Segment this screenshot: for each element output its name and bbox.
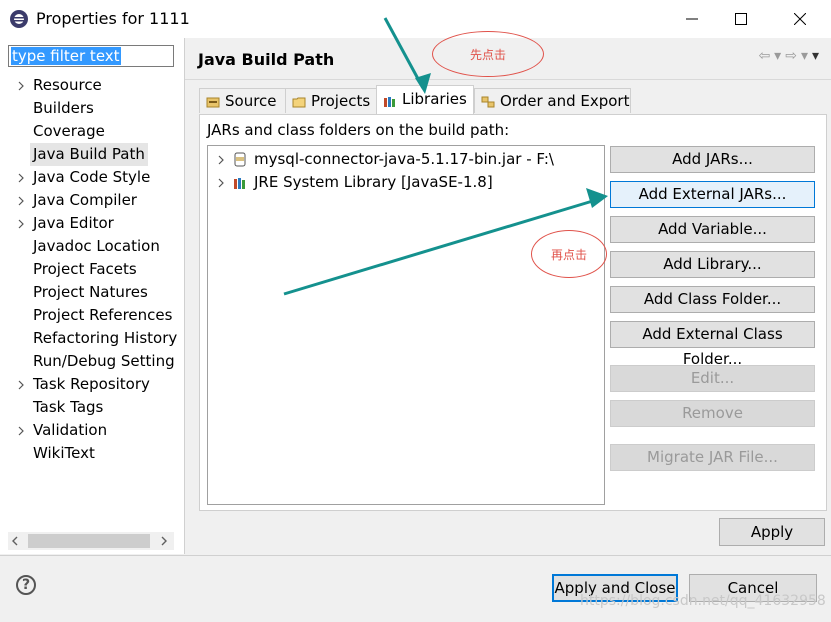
entry-label: mysql-connector-java-5.1.17-bin.jar - F:… [254,150,554,168]
tab-libraries[interactable]: Libraries [376,85,474,114]
dialog-footer: ? Apply and Close Cancel https://blog.cs… [0,555,831,622]
chevron-right-icon[interactable] [216,171,226,194]
filter-input[interactable]: type filter text [8,45,174,67]
add-jars-button[interactable]: Add JARs... [610,146,815,173]
tree-item[interactable]: Java Compiler [33,189,137,212]
order-export-icon [481,96,495,108]
tree-item[interactable]: WikiText [33,442,95,465]
tree-item[interactable]: Run/Debug Setting [33,350,175,373]
source-folder-icon [206,97,220,108]
maximize-icon [735,13,747,25]
tree-item[interactable]: Task Tags [33,396,103,419]
add-external-jars-button[interactable]: Add External JARs... [610,181,815,208]
libraries-panel: JARs and class folders on the build path… [199,114,827,511]
chevron-right-icon[interactable] [16,166,26,189]
apply-button[interactable]: Apply [719,518,825,546]
close-icon [794,13,806,25]
horizontal-scrollbar[interactable] [8,532,174,550]
watermark-text: https://blog.csdn.net/qq_41632958 [580,593,826,609]
view-menu-chevron-down-icon[interactable]: ▾ [812,48,819,64]
tab-label: Source [225,92,277,110]
back-arrow-icon[interactable]: ⇦ [758,48,770,64]
eclipse-app-icon [10,10,28,28]
filter-text: type filter text [11,47,121,65]
maximize-button[interactable] [718,4,764,34]
forward-arrow-icon[interactable]: ⇨ [785,48,797,64]
annotation-second-click: 再点击 [531,230,607,278]
page-title: Java Build Path [198,50,335,69]
tree-item[interactable]: Java Editor [33,212,114,235]
tree-item[interactable]: Javadoc Location [33,235,160,258]
project-folder-icon [292,97,306,108]
header-divider [185,79,831,80]
build-path-label: JARs and class folders on the build path… [207,121,510,139]
tree-item[interactable]: Java Build Path [30,143,148,166]
minimize-button[interactable] [669,4,715,34]
forward-menu-chevron-down-icon[interactable]: ▾ [801,48,808,64]
remove-button[interactable]: Remove [610,400,815,427]
tree-item[interactable]: Project Natures [33,281,148,304]
tree-item[interactable]: Project References [33,304,172,327]
library-books-icon [384,97,395,107]
scroll-left-icon[interactable] [11,536,19,546]
scrollbar-thumb[interactable] [28,534,150,548]
build-path-list[interactable]: mysql-connector-java-5.1.17-bin.jar - F:… [207,145,605,505]
properties-page: Java Build Path ⇦ ▾ ⇨ ▾ ▾ Source Project… [185,38,831,554]
chevron-right-icon[interactable] [216,148,226,171]
tree-item[interactable]: Project Facets [33,258,137,281]
tab-label: Projects [311,92,371,110]
migrate-jar-button[interactable]: Migrate JAR File... [610,444,815,471]
edit-button[interactable]: Edit... [610,365,815,392]
library-books-icon [234,178,245,189]
close-button[interactable] [777,4,823,34]
add-variable-button[interactable]: Add Variable... [610,216,815,243]
add-class-folder-button[interactable]: Add Class Folder... [610,286,815,313]
history-nav: ⇦ ▾ ⇨ ▾ ▾ [758,48,819,64]
entry-label: JRE System Library [JavaSE-1.8] [254,173,493,191]
chevron-right-icon[interactable] [16,373,26,396]
tree-item[interactable]: Resource [33,74,102,97]
chevron-right-icon[interactable] [16,212,26,235]
tree-item[interactable]: Task Repository [33,373,150,396]
tab-order-export[interactable]: Order and Export [474,88,631,113]
tree-item[interactable]: Builders [33,97,94,120]
scroll-right-icon[interactable] [160,536,168,546]
tree-item[interactable]: Validation [33,419,107,442]
minimize-icon [686,18,698,20]
tree-item[interactable]: Refactoring History [33,327,177,350]
jar-icon [234,152,246,167]
preference-tree-pane: type filter text Resource Builders Coverag… [0,38,185,554]
tree-item[interactable]: Java Code Style [33,166,150,189]
help-icon[interactable]: ? [16,575,36,595]
tab-source[interactable]: Source [199,88,286,113]
tab-projects[interactable]: Projects [285,88,377,113]
add-external-class-folder-button[interactable]: Add External Class Folder... [610,321,815,368]
window-title: Properties for 1111 [36,9,190,28]
tree-item[interactable]: Coverage [33,120,105,143]
tab-label: Libraries [402,90,467,108]
title-bar: Properties for 1111 [0,0,831,38]
tab-label: Order and Export [500,92,630,110]
add-library-button[interactable]: Add Library... [610,251,815,278]
back-menu-chevron-down-icon[interactable]: ▾ [774,48,781,64]
chevron-right-icon[interactable] [16,419,26,442]
annotation-first-click: 先点击 [432,31,544,77]
chevron-right-icon[interactable] [16,189,26,212]
chevron-right-icon[interactable] [16,74,26,97]
